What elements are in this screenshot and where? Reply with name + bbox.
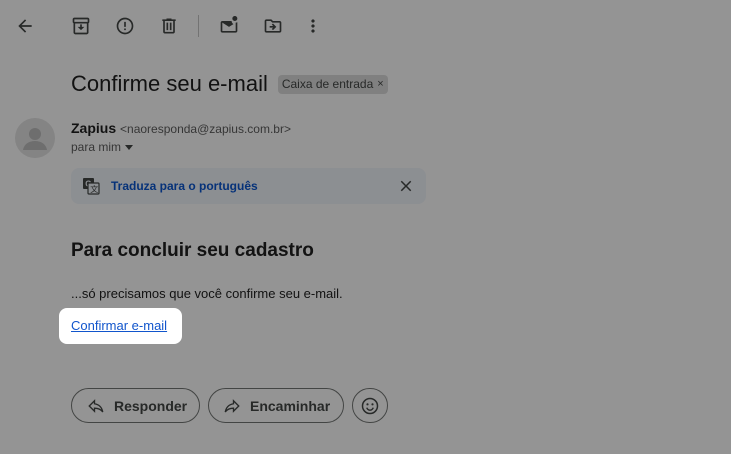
move-to-icon[interactable] xyxy=(257,10,289,42)
back-arrow-icon[interactable] xyxy=(9,10,41,42)
dim-overlay xyxy=(0,0,731,454)
sender-email: <naoresponda@zapius.com.br> xyxy=(120,122,291,136)
svg-text:文: 文 xyxy=(90,184,98,194)
body-text: ...só precisamos que você confirme seu e… xyxy=(71,286,343,301)
smiley-icon xyxy=(361,397,379,414)
reply-button[interactable]: Responder xyxy=(71,388,200,423)
forward-icon xyxy=(224,398,240,413)
toolbar xyxy=(0,0,731,52)
recipient-details[interactable]: para mim xyxy=(71,140,134,154)
translate-bar: G 文 Traduza para o português xyxy=(71,168,426,204)
emoji-reaction-button[interactable] xyxy=(352,388,388,423)
archive-icon[interactable] xyxy=(65,10,97,42)
delete-icon[interactable] xyxy=(153,10,185,42)
chevron-down-icon[interactable] xyxy=(125,144,134,150)
toolbar-divider xyxy=(198,15,199,37)
report-spam-icon[interactable] xyxy=(109,10,141,42)
more-vert-icon[interactable] xyxy=(297,10,329,42)
remove-label-icon[interactable]: × xyxy=(377,78,383,90)
reply-label: Responder xyxy=(114,397,188,414)
body-heading: Para concluir seu cadastro xyxy=(71,240,314,261)
subject-row: Confirme seu e-mail Caixa de entrada × xyxy=(71,70,388,98)
label-text: Caixa de entrada xyxy=(281,77,374,91)
mark-unread-icon[interactable] xyxy=(213,10,245,42)
sender-line: Zapius <naoresponda@zapius.com.br> xyxy=(71,120,291,136)
email-subject: Confirme seu e-mail xyxy=(71,71,268,96)
person-icon xyxy=(23,128,47,150)
confirm-highlight: Confirmar e-mail xyxy=(59,308,182,344)
confirm-email-link[interactable]: Confirmar e-mail xyxy=(71,318,167,333)
avatar[interactable] xyxy=(15,118,55,158)
forward-button[interactable]: Encaminhar xyxy=(208,388,344,423)
translate-link[interactable]: Traduza para o português xyxy=(111,179,258,193)
close-translate-button[interactable] xyxy=(397,177,415,195)
sender-name[interactable]: Zapius xyxy=(71,120,116,136)
inbox-label-chip[interactable]: Caixa de entrada × xyxy=(277,74,388,94)
recipient-text: para mim xyxy=(71,140,122,154)
forward-label: Encaminhar xyxy=(250,397,331,414)
reply-icon xyxy=(88,398,104,413)
translate-icon: G 文 xyxy=(83,178,100,195)
close-icon xyxy=(400,180,412,192)
